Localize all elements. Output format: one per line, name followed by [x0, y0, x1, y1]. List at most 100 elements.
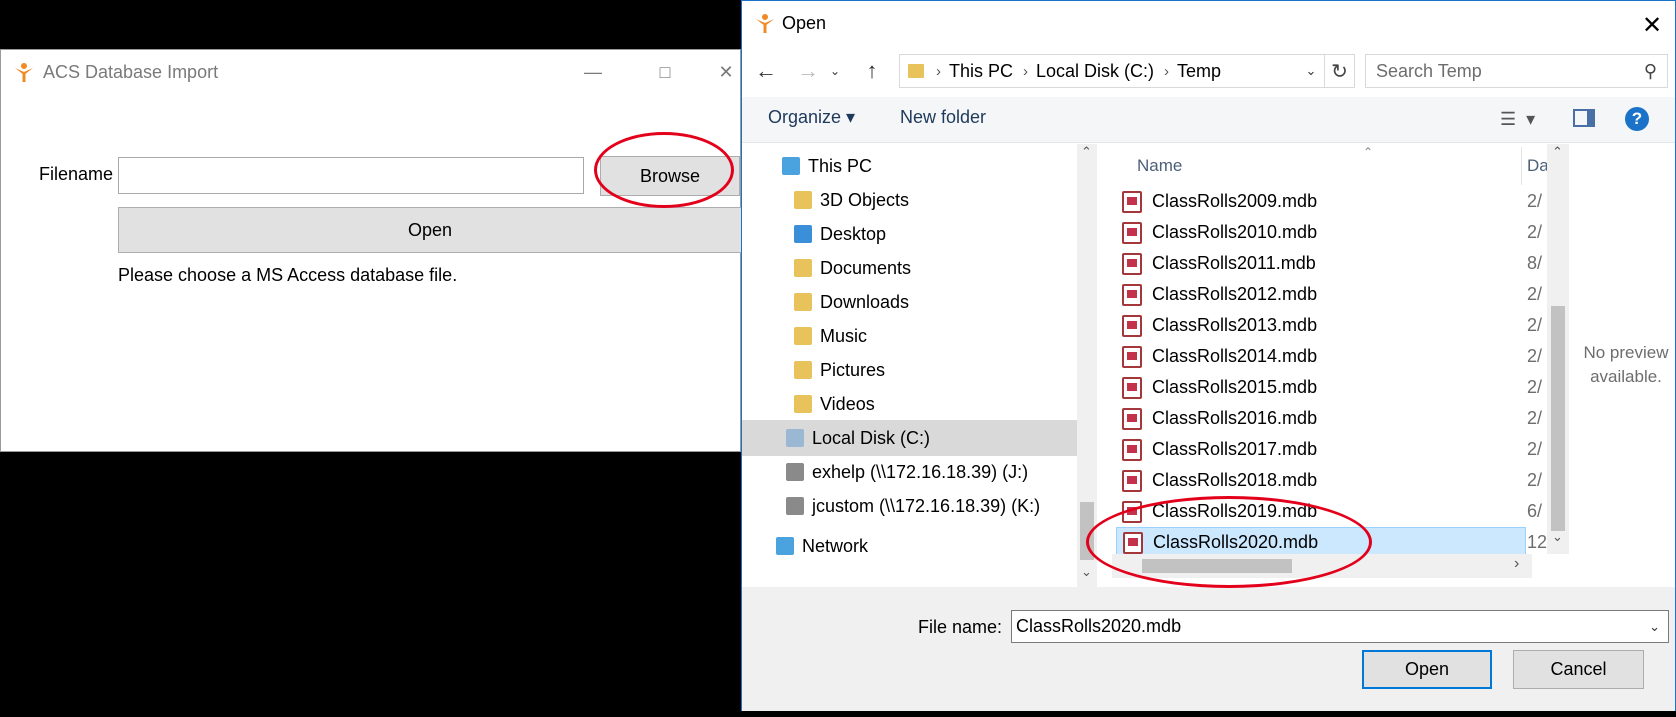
file-list-scrollbar[interactable]: ⌃ ⌄: [1547, 144, 1569, 554]
file-row[interactable]: ClassRolls2018.mdb: [1116, 465, 1526, 496]
breadcrumb-local-disk[interactable]: Local Disk (C:): [1036, 61, 1154, 82]
file-name-field[interactable]: ClassRolls2020.mdb ⌄: [1011, 610, 1669, 643]
preview-pane-icon[interactable]: [1573, 109, 1595, 127]
file-date: 12: [1527, 532, 1548, 552]
recent-locations-chevron-icon[interactable]: ⌄: [826, 53, 844, 89]
acs-import-window: ACS Database Import — □ ✕ Filename Brows…: [0, 49, 742, 452]
scroll-up-icon[interactable]: ⌃: [1081, 144, 1092, 160]
app-logo-icon: [15, 63, 33, 82]
scroll-down-icon[interactable]: ⌄: [1081, 564, 1092, 580]
nav-item-documents[interactable]: Documents: [742, 250, 1079, 286]
nav-item-jcustom-drive[interactable]: jcustom (\\172.16.18.39) (K:): [742, 488, 1079, 524]
new-folder-button[interactable]: New folder: [900, 107, 986, 128]
address-bar[interactable]: › This PC › Local Disk (C:) › Temp: [899, 54, 1325, 88]
file-row[interactable]: ClassRolls2015.mdb: [1116, 372, 1526, 403]
nav-item-music[interactable]: Music: [742, 318, 1079, 354]
access-database-icon: [1122, 221, 1142, 244]
column-header-date[interactable]: Da: [1527, 156, 1549, 176]
organize-menu[interactable]: Organize ▾: [768, 107, 855, 128]
file-name: ClassRolls2010.mdb: [1152, 222, 1318, 242]
nav-scroll-thumb[interactable]: [1080, 502, 1094, 560]
address-dropdown-icon[interactable]: ⌄: [1297, 54, 1325, 88]
file-row[interactable]: ClassRolls2013.mdb: [1116, 310, 1526, 341]
file-row[interactable]: ClassRolls2009.mdb: [1116, 186, 1526, 217]
nav-item-videos[interactable]: Videos: [742, 386, 1079, 422]
search-input[interactable]: Search Temp ⚲: [1365, 54, 1668, 88]
scroll-up-icon[interactable]: ⌃: [1552, 144, 1563, 160]
file-scroll-thumb[interactable]: [1551, 306, 1565, 531]
music-folder-icon: [794, 327, 812, 345]
file-row[interactable]: ClassRolls2012.mdb: [1116, 279, 1526, 310]
nav-item-desktop[interactable]: Desktop: [742, 216, 1079, 252]
file-date: 2/: [1527, 284, 1543, 304]
nav-item-exhelp-drive[interactable]: exhelp (\\172.16.18.39) (J:): [742, 454, 1079, 490]
file-row[interactable]: ClassRolls2016.mdb: [1116, 403, 1526, 434]
file-date: 2/: [1527, 470, 1543, 490]
file-date: 2/: [1527, 315, 1543, 335]
nav-item-local-disk[interactable]: Local Disk (C:): [742, 420, 1079, 456]
file-date: 6/: [1527, 501, 1543, 521]
minimize-icon[interactable]: —: [570, 50, 616, 94]
file-name: ClassRolls2016.mdb: [1152, 408, 1318, 428]
search-icon: ⚲: [1643, 61, 1657, 81]
change-view-icon[interactable]: ☰ ▾: [1500, 105, 1550, 133]
breadcrumb-this-pc[interactable]: This PC: [949, 61, 1013, 82]
file-name-label: File name:: [918, 617, 1003, 637]
nav-item-3d-objects[interactable]: 3D Objects: [742, 182, 1079, 218]
file-row[interactable]: ClassRolls2014.mdb: [1116, 341, 1526, 372]
filename-input[interactable]: [118, 157, 584, 194]
nav-scrollbar[interactable]: ⌃ ⌄: [1077, 144, 1097, 587]
access-database-icon: [1122, 407, 1142, 430]
browse-button[interactable]: Browse: [600, 156, 740, 196]
forward-arrow-icon[interactable]: →: [792, 53, 824, 89]
access-database-icon: [1122, 345, 1142, 368]
dialog-title: Open: [782, 13, 827, 33]
file-row[interactable]: ClassRolls2011.mdb: [1116, 248, 1526, 279]
access-database-icon: [1122, 438, 1142, 461]
file-date: 2/: [1527, 346, 1543, 366]
breadcrumb-temp[interactable]: Temp: [1177, 61, 1221, 82]
dialog-cancel-button[interactable]: Cancel: [1513, 650, 1644, 689]
nav-item-network[interactable]: Network: [742, 528, 1079, 564]
preview-pane-text: No preview available.: [1583, 343, 1669, 386]
file-name: ClassRolls2018.mdb: [1152, 470, 1318, 490]
hint-text: Please choose a MS Access database file.: [118, 265, 458, 285]
close-icon[interactable]: ✕: [1636, 9, 1668, 41]
help-icon[interactable]: ?: [1625, 107, 1649, 131]
search-placeholder: Search Temp: [1376, 60, 1482, 81]
documents-folder-icon: [794, 259, 812, 277]
file-row[interactable]: ClassRolls2019.mdb: [1116, 496, 1526, 527]
column-header-name[interactable]: Name: [1137, 156, 1182, 176]
nav-item-this-pc[interactable]: This PC: [742, 148, 1079, 184]
maximize-icon[interactable]: □: [642, 50, 688, 94]
back-arrow-icon[interactable]: ←: [750, 53, 782, 89]
file-name: ClassRolls2015.mdb: [1152, 377, 1318, 397]
file-name: ClassRolls2013.mdb: [1152, 315, 1318, 335]
access-database-icon: [1122, 469, 1142, 492]
open-button[interactable]: Open: [118, 207, 742, 253]
column-separator[interactable]: [1521, 147, 1522, 185]
file-name: ClassRolls2014.mdb: [1152, 346, 1318, 366]
scroll-down-icon[interactable]: ⌄: [1552, 529, 1563, 545]
refresh-icon[interactable]: ↻: [1325, 54, 1355, 88]
hscroll-thumb[interactable]: [1142, 559, 1292, 573]
chevron-down-icon[interactable]: ⌄: [1649, 619, 1660, 635]
access-database-icon: [1122, 190, 1142, 213]
dialog-open-button[interactable]: Open: [1362, 650, 1492, 689]
file-row[interactable]: ClassRolls2017.mdb: [1116, 434, 1526, 465]
file-name: ClassRolls2017.mdb: [1152, 439, 1318, 459]
folder-icon: [908, 64, 924, 78]
file-name: ClassRolls2011.mdb: [1152, 253, 1316, 273]
file-date: 2/: [1527, 439, 1543, 459]
nav-item-downloads[interactable]: Downloads: [742, 284, 1079, 320]
file-row[interactable]: ClassRolls2010.mdb: [1116, 217, 1526, 248]
network-drive-disconnected-icon: [786, 463, 804, 481]
network-drive-disconnected-icon: [786, 497, 804, 515]
scroll-right-icon[interactable]: ›: [1514, 555, 1519, 573]
access-database-icon: [1122, 314, 1142, 337]
open-file-dialog: Open ✕ ← → ⌄ ↑ › This PC › Local Disk (C:)…: [741, 0, 1676, 711]
window-title: ACS Database Import: [43, 62, 219, 82]
file-list-hscrollbar[interactable]: ›: [1112, 554, 1532, 578]
up-arrow-icon[interactable]: ↑: [856, 53, 888, 89]
nav-item-pictures[interactable]: Pictures: [742, 352, 1079, 388]
